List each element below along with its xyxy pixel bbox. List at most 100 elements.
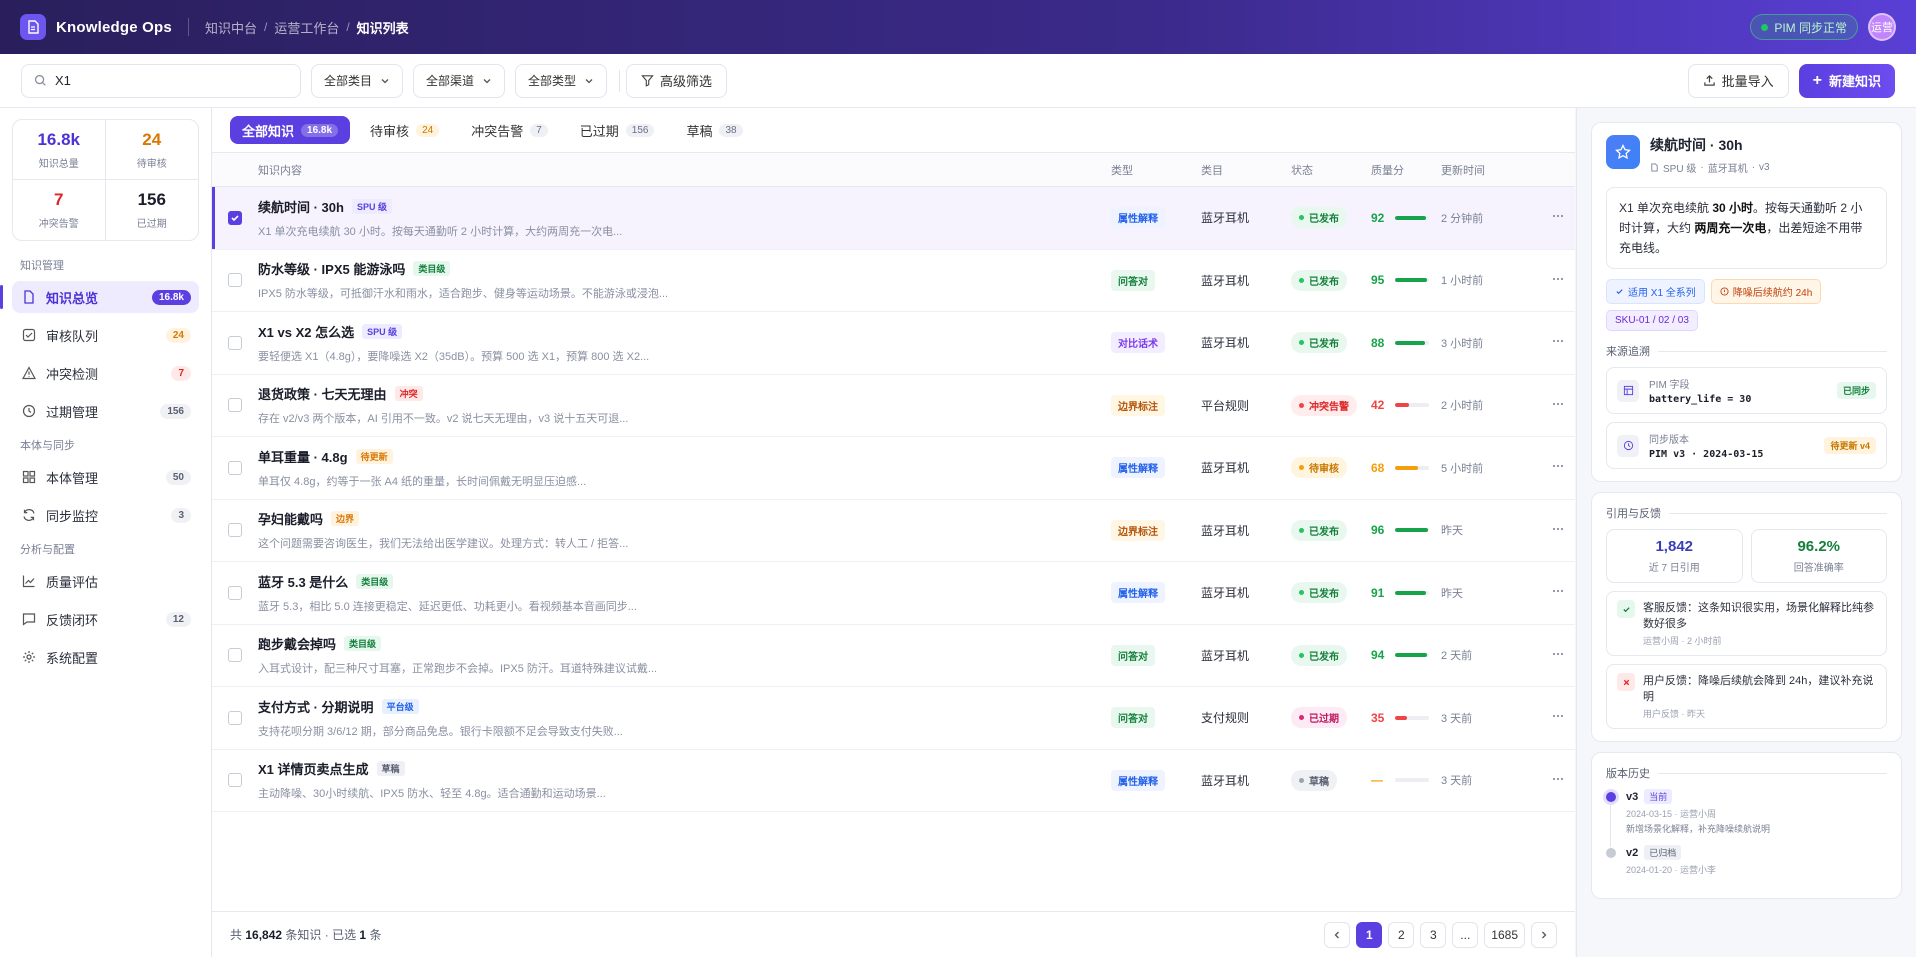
detail-level: SPU 级: [1663, 164, 1697, 175]
more-actions-icon[interactable]: [1551, 397, 1565, 414]
more-actions-icon[interactable]: [1551, 647, 1565, 664]
row-checkbox[interactable]: [228, 523, 242, 538]
source-item[interactable]: 同步版本 PIM v3 · 2024-03-15 待更新 v4: [1606, 422, 1887, 469]
more-actions-icon[interactable]: [1551, 459, 1565, 476]
page-button[interactable]: 3: [1420, 921, 1447, 948]
page-button[interactable]: 1685: [1484, 921, 1525, 948]
more-actions-icon[interactable]: [1551, 272, 1565, 289]
row-title[interactable]: 支付方式 · 分期说明: [258, 697, 374, 716]
row-checkbox[interactable]: [228, 648, 242, 663]
source-item[interactable]: PIM 字段 battery_life = 30 已同步: [1606, 367, 1887, 414]
version-item[interactable]: v3 当前 2024-03-15 · 运营小周 新增场景化解释，补充降噪续航说明: [1606, 789, 1887, 847]
stat-conflict[interactable]: 7 冲突告警: [13, 180, 106, 240]
more-actions-icon[interactable]: [1551, 772, 1565, 789]
more-actions-icon[interactable]: [1551, 522, 1565, 539]
row-title[interactable]: 蓝牙 5.3 是什么: [258, 572, 348, 591]
channel-filter-dropdown[interactable]: 全部渠道: [413, 63, 506, 98]
more-actions-icon[interactable]: [1551, 709, 1565, 726]
sidebar-item-expiry[interactable]: 过期管理 156: [12, 395, 199, 427]
column-header[interactable]: 类目: [1201, 162, 1291, 178]
sidebar-item-conflict-detection[interactable]: 冲突检测 7: [12, 357, 199, 389]
row-checkbox[interactable]: [228, 585, 242, 600]
row-description: 主动降噪、30小时续航、IPX5 防水、轻至 4.8g。适合通勤和运动场景...: [258, 788, 606, 801]
sku-chip[interactable]: SKU-01 / 02 / 03: [1606, 310, 1698, 331]
sidebar-item-sync-monitor[interactable]: 同步监控 3: [12, 499, 199, 531]
row-title[interactable]: 跑步戴会掉吗: [258, 634, 336, 653]
breadcrumb-item[interactable]: 知识中台: [205, 18, 257, 37]
sidebar-item-review-queue[interactable]: 审核队列 24: [12, 319, 199, 351]
row-checkbox[interactable]: [228, 210, 242, 225]
tab-draft[interactable]: 草稿 38: [674, 116, 754, 144]
more-actions-icon[interactable]: [1551, 584, 1565, 601]
row-updated-time: 2 天前: [1441, 650, 1473, 663]
bulk-import-button[interactable]: 批量导入: [1687, 63, 1789, 98]
category-filter-dropdown[interactable]: 全部类目: [311, 63, 404, 98]
next-page-button[interactable]: [1531, 921, 1557, 948]
tab-conflict[interactable]: 冲突告警 7: [459, 116, 560, 144]
sidebar-item-settings[interactable]: 系统配置: [12, 641, 199, 673]
row-checkbox[interactable]: [228, 710, 242, 725]
sidebar-item-label: 审核队列: [46, 328, 99, 344]
table-row[interactable]: 支付方式 · 分期说明 平台级 支持花呗分期 3/6/12 期，部分商品免息。银行卡…: [212, 687, 1575, 750]
tab-pending[interactable]: 待审核 24: [358, 116, 451, 144]
column-header[interactable]: 知识内容: [258, 162, 1111, 178]
row-title[interactable]: X1 详情页卖点生成: [258, 759, 369, 778]
table-row[interactable]: 退货政策 · 七天无理由 冲突 存在 v2/v3 两个版本，AI 引用不一致。v2 …: [212, 375, 1575, 437]
star-icon[interactable]: [1606, 135, 1640, 169]
left-sidebar: 16.8k 知识总量 24 待审核 7 冲突告警 156 已过期 知识管理 知识…: [0, 108, 212, 957]
column-header[interactable]: 状态: [1291, 162, 1371, 178]
feedback-item[interactable]: 客服反馈：这条知识很实用，场景化解释比纯参数好很多 运营小周 · 2 小时前: [1606, 591, 1887, 656]
row-title[interactable]: 防水等级 · IPX5 能游泳吗: [258, 259, 405, 278]
tab-all[interactable]: 全部知识 16.8k: [230, 116, 351, 144]
row-title[interactable]: 续航时间 · 30h: [258, 197, 344, 216]
search-box[interactable]: [21, 63, 301, 98]
version-dot-icon: [1606, 848, 1616, 858]
more-actions-icon[interactable]: [1551, 334, 1565, 351]
column-header[interactable]: 类型: [1111, 162, 1201, 178]
row-title[interactable]: 孕妇能戴吗: [258, 509, 323, 528]
row-checkbox[interactable]: [228, 398, 242, 413]
page-button[interactable]: 1: [1356, 921, 1383, 948]
search-input[interactable]: [55, 73, 288, 88]
sidebar-item-overview[interactable]: 知识总览 16.8k: [0, 281, 199, 313]
applicability-chip[interactable]: 适用 X1 全系列: [1606, 279, 1705, 304]
table-row[interactable]: 孕妇能戴吗 边界 这个问题需要咨询医生，我们无法给出医学建议。处理方式：转人工 / …: [212, 500, 1575, 562]
row-checkbox[interactable]: [228, 335, 242, 350]
caveat-chip[interactable]: 降噪后续航约 24h: [1710, 279, 1822, 304]
sidebar-item-feedback[interactable]: 反馈闭环 12: [12, 603, 199, 635]
sidebar-item-quality[interactable]: 质量评估: [12, 565, 199, 597]
row-checkbox[interactable]: [228, 273, 242, 288]
table-row[interactable]: X1 vs X2 怎么选 SPU 级要轻便选 X1（4.8g），要降噪选 X2（3…: [212, 312, 1575, 375]
more-actions-icon[interactable]: [1551, 209, 1565, 226]
prev-page-button[interactable]: [1324, 921, 1351, 948]
status-dot-icon: [1299, 590, 1304, 596]
breadcrumb-item[interactable]: 运营工作台: [274, 18, 339, 37]
version-item[interactable]: v2 已归档 2024-01-20 · 运营小李: [1606, 845, 1887, 876]
table-row[interactable]: 跑步戴会掉吗 类目级 入耳式设计，配三种尺寸耳塞，正常跑步不会掉。IPX5 防汗。耳…: [212, 625, 1575, 687]
row-title[interactable]: 单耳重量 · 4.8g: [258, 447, 348, 466]
page-button[interactable]: 2: [1388, 921, 1415, 948]
table-row[interactable]: 续航时间 · 30h SPU 级 X1 单次充电续航 30 小时。按每天通勤听 2 …: [212, 187, 1575, 250]
type-filter-dropdown[interactable]: 全部类型: [515, 63, 608, 98]
row-checkbox[interactable]: [228, 773, 242, 788]
table-row[interactable]: 单耳重量 · 4.8g 待更新 单耳仅 4.8g，约等于一张 A4 纸的重量，长时间…: [212, 437, 1575, 500]
stat-total[interactable]: 16.8k 知识总量: [13, 120, 106, 180]
sync-status-badge[interactable]: PIM 同步正常: [1750, 14, 1858, 40]
row-level-tag: 类目级: [413, 261, 451, 277]
table-row[interactable]: X1 详情页卖点生成 草稿 主动降噪、30小时续航、IPX5 防水、轻至 4.8g。…: [212, 750, 1575, 812]
tab-expired[interactable]: 已过期 156: [568, 116, 667, 144]
row-title[interactable]: X1 vs X2 怎么选: [258, 322, 354, 341]
new-knowledge-button[interactable]: + 新建知识: [1798, 63, 1895, 98]
sidebar-item-ontology[interactable]: 本体管理 50: [12, 461, 199, 493]
column-header[interactable]: 质量分: [1371, 162, 1441, 178]
stat-pending[interactable]: 24 待审核: [105, 120, 198, 180]
row-checkbox[interactable]: [228, 460, 242, 475]
table-row[interactable]: 防水等级 · IPX5 能游泳吗 类目级 IPX5 防水等级，可抵御汗水和雨水，适合…: [212, 250, 1575, 312]
feedback-item[interactable]: 用户反馈：降噪后续航会降到 24h，建议补充说明 用户反馈 · 昨天: [1606, 664, 1887, 729]
row-title[interactable]: 退货政策 · 七天无理由: [258, 384, 387, 403]
table-row[interactable]: 蓝牙 5.3 是什么 类目级 蓝牙 5.3，相比 5.0 连接更稳定、延迟更低、功耗…: [212, 562, 1575, 625]
advanced-filter-button[interactable]: 高级筛选: [626, 63, 728, 98]
stat-expired[interactable]: 156 已过期: [106, 180, 199, 240]
column-header[interactable]: 更新时间: [1441, 162, 1541, 178]
user-avatar[interactable]: 运营: [1868, 13, 1896, 41]
